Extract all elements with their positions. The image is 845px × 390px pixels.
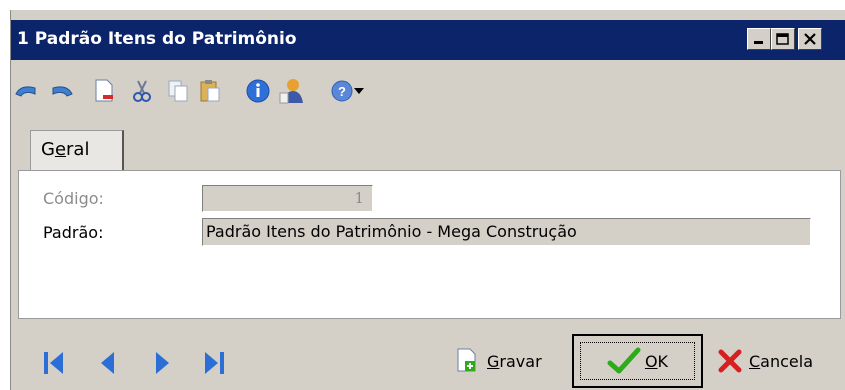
svg-text:?: ? — [338, 84, 346, 99]
dropdown-arrow-icon — [354, 88, 364, 94]
last-record-icon — [205, 352, 224, 374]
minimize-button[interactable] — [747, 28, 771, 50]
help-dropdown[interactable] — [351, 78, 367, 104]
ok-button[interactable]: OK — [572, 334, 703, 388]
gravar-label: Gravar — [487, 351, 542, 371]
next-record-button[interactable] — [149, 349, 175, 377]
previous-record-icon — [101, 352, 114, 374]
user-icon — [279, 79, 303, 104]
toolbar: ? — [11, 70, 845, 114]
previous-record-button[interactable] — [95, 349, 121, 377]
undo-icon — [15, 86, 36, 97]
dialog-window: 1 Padrão Itens do Patrimônio ? Geral Cód… — [10, 10, 845, 390]
paste-icon — [200, 80, 220, 102]
last-record-button[interactable] — [201, 349, 227, 377]
codigo-label: Código: — [43, 189, 104, 208]
minimize-icon — [754, 41, 763, 44]
cancel-x-icon — [718, 349, 742, 373]
bottom-bar: Gravar OK Cancela — [11, 327, 845, 390]
cancela-button[interactable]: Cancela — [717, 341, 839, 381]
padrao-field[interactable]: Padrão Itens do Patrimônio - Mega Constr… — [202, 218, 811, 246]
copy-button[interactable] — [165, 78, 191, 104]
next-record-icon — [156, 352, 169, 374]
copy-icon — [168, 80, 188, 102]
new-button[interactable] — [91, 78, 117, 104]
redo-icon — [52, 86, 73, 97]
tab-geral-label: Geral — [41, 139, 90, 160]
form-panel: Geral Código: 1 Padrão: Padrão Itens do … — [18, 122, 841, 319]
new-document-icon — [95, 79, 113, 102]
tab-content: Código: 1 Padrão: Padrão Itens do Patrim… — [18, 170, 841, 319]
padrao-label: Padrão: — [43, 223, 104, 242]
window-title: 1 Padrão Itens do Patrimônio — [17, 29, 297, 49]
first-record-icon — [44, 352, 63, 374]
tab-geral[interactable]: Geral — [30, 130, 124, 170]
undo-button[interactable] — [13, 78, 39, 104]
info-icon — [246, 79, 270, 103]
gravar-button[interactable]: Gravar — [455, 341, 565, 381]
info-button[interactable] — [245, 78, 271, 104]
cut-icon — [133, 80, 151, 102]
first-record-button[interactable] — [41, 349, 67, 377]
paste-button[interactable] — [197, 78, 223, 104]
close-icon — [804, 33, 816, 45]
maximize-icon — [776, 32, 789, 45]
cancela-label: Cancela — [749, 351, 814, 371]
save-document-icon — [457, 348, 476, 372]
close-button[interactable] — [798, 28, 822, 50]
maximize-button[interactable] — [771, 28, 795, 50]
cut-button[interactable] — [129, 78, 155, 104]
codigo-field[interactable]: 1 — [202, 185, 373, 212]
redo-button[interactable] — [49, 78, 75, 104]
title-bar[interactable]: 1 Padrão Itens do Patrimônio — [11, 20, 845, 60]
user-button[interactable] — [277, 78, 303, 104]
